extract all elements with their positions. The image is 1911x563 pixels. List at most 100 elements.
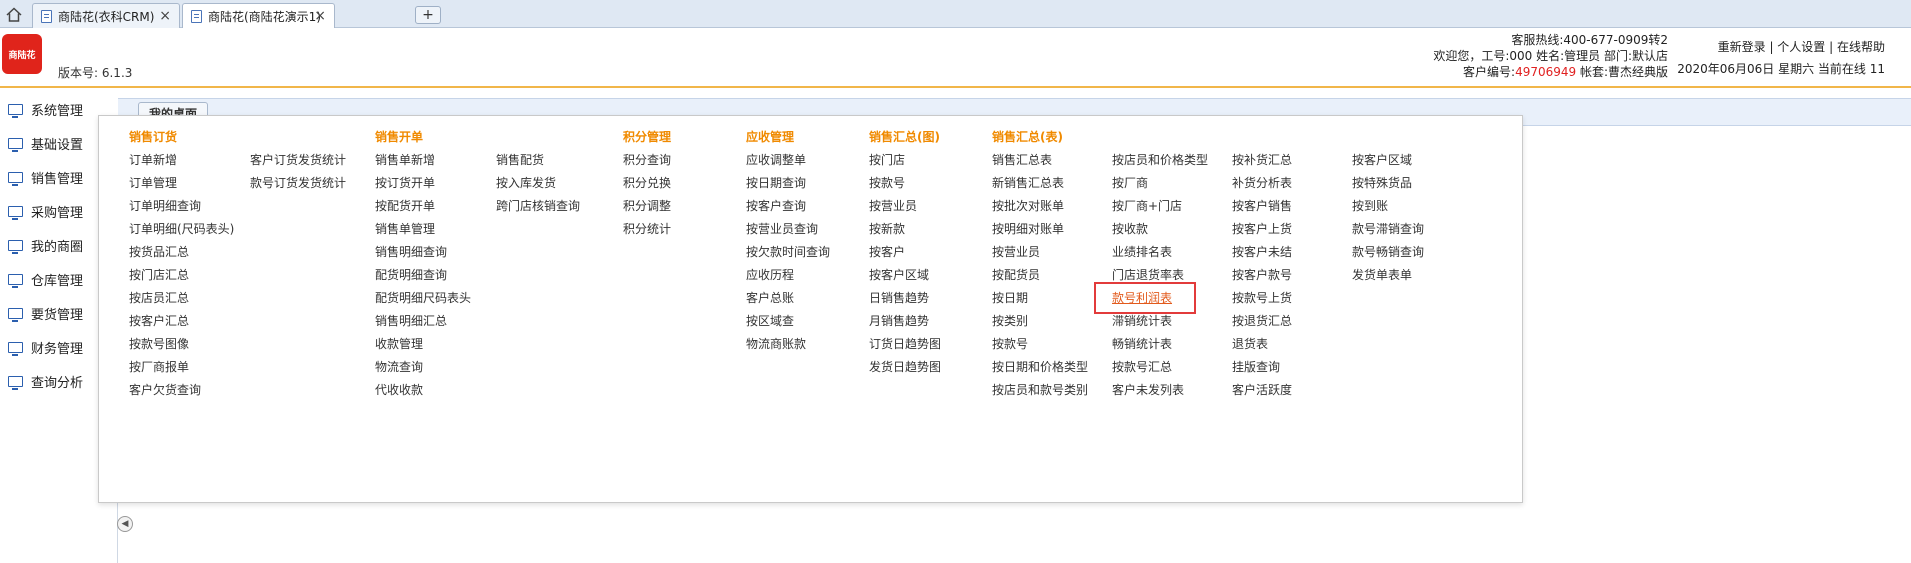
menu-item[interactable]: 销售单管理 (375, 221, 435, 237)
menu-item[interactable]: 按店员和款号类别 (992, 382, 1088, 398)
menu-item[interactable]: 按配货员 (992, 267, 1040, 283)
menu-item[interactable]: 按配货开单 (375, 198, 435, 214)
menu-item[interactable]: 退货表 (1232, 336, 1268, 352)
menu-item[interactable]: 销售明细查询 (375, 244, 447, 260)
new-tab-button[interactable]: + (415, 6, 441, 24)
sidebar-item[interactable]: 采购管理 (0, 194, 96, 228)
menu-item[interactable]: 按客户款号 (1232, 267, 1292, 283)
menu-item[interactable]: 跨门店核销查询 (496, 198, 580, 214)
menu-item[interactable]: 应收调整单 (746, 152, 806, 168)
menu-item[interactable]: 积分兑换 (623, 175, 671, 191)
menu-item[interactable]: 订单新增 (129, 152, 177, 168)
online-help-link[interactable]: 在线帮助 (1837, 40, 1885, 54)
menu-item[interactable]: 按客户查询 (746, 198, 806, 214)
menu-item[interactable]: 按厂商 (1112, 175, 1148, 191)
menu-item-highlighted[interactable]: 款号利润表 (1112, 290, 1172, 306)
menu-item[interactable]: 按日期和价格类型 (992, 359, 1088, 375)
menu-item[interactable]: 按货品汇总 (129, 244, 189, 260)
menu-item[interactable]: 按明细对账单 (992, 221, 1064, 237)
menu-item[interactable]: 按款号 (992, 336, 1028, 352)
menu-item[interactable]: 销售明细汇总 (375, 313, 447, 329)
sidebar-item[interactable]: 系统管理 (0, 92, 96, 126)
menu-item[interactable]: 按营业员 (869, 198, 917, 214)
menu-item[interactable]: 订单明细(尺码表头) (129, 221, 234, 237)
sidebar-item[interactable]: 我的商圈 (0, 228, 96, 262)
browser-tab-demo[interactable]: 商陆花(商陆花演示1) × (182, 3, 335, 29)
browser-tab-crm[interactable]: 商陆花(衣科CRM) × (32, 3, 180, 28)
menu-item[interactable]: 按客户未结 (1232, 244, 1292, 260)
menu-item[interactable]: 积分统计 (623, 221, 671, 237)
menu-item[interactable]: 按日期查询 (746, 175, 806, 191)
menu-item[interactable]: 新销售汇总表 (992, 175, 1064, 191)
menu-item[interactable]: 按入库发货 (496, 175, 556, 191)
menu-item[interactable]: 物流商账款 (746, 336, 806, 352)
menu-item[interactable]: 客户订货发货统计 (250, 152, 346, 168)
menu-item[interactable]: 按收款 (1112, 221, 1148, 237)
menu-item[interactable]: 按客户销售 (1232, 198, 1292, 214)
menu-item[interactable]: 按店员汇总 (129, 290, 189, 306)
menu-item[interactable]: 订单明细查询 (129, 198, 201, 214)
menu-item[interactable]: 订货日趋势图 (869, 336, 941, 352)
menu-item[interactable]: 按厂商+门店 (1112, 198, 1182, 214)
menu-item[interactable]: 客户总账 (746, 290, 794, 306)
menu-item[interactable]: 门店退货率表 (1112, 267, 1184, 283)
sidebar-item[interactable]: 查询分析 (0, 364, 96, 398)
menu-item[interactable]: 月销售趋势 (869, 313, 929, 329)
menu-item[interactable]: 按区域查 (746, 313, 794, 329)
menu-item[interactable]: 按类别 (992, 313, 1028, 329)
menu-item[interactable]: 按款号 (869, 175, 905, 191)
menu-item[interactable]: 订单管理 (129, 175, 177, 191)
menu-item[interactable]: 滞销统计表 (1112, 313, 1172, 329)
menu-item[interactable]: 按门店 (869, 152, 905, 168)
menu-item[interactable]: 积分调整 (623, 198, 671, 214)
sidebar-item[interactable]: 仓库管理 (0, 262, 96, 296)
personal-settings-link[interactable]: 个人设置 (1777, 40, 1825, 54)
menu-item[interactable]: 发货单表单 (1352, 267, 1412, 283)
menu-item[interactable]: 按门店汇总 (129, 267, 189, 283)
menu-item[interactable]: 代收收款 (375, 382, 423, 398)
close-icon[interactable]: × (159, 8, 171, 24)
menu-item[interactable]: 补货分析表 (1232, 175, 1292, 191)
home-icon[interactable] (4, 4, 24, 24)
sidebar-item[interactable]: 财务管理 (0, 330, 96, 364)
menu-item[interactable]: 按特殊货品 (1352, 175, 1412, 191)
menu-item[interactable]: 按款号图像 (129, 336, 189, 352)
sidebar-item[interactable]: 基础设置 (0, 126, 96, 160)
menu-item[interactable]: 按营业员查询 (746, 221, 818, 237)
menu-item[interactable]: 款号畅销查询 (1352, 244, 1424, 260)
menu-item[interactable]: 按批次对账单 (992, 198, 1064, 214)
sidebar-item[interactable]: 销售管理 (0, 160, 96, 194)
menu-item[interactable]: 畅销统计表 (1112, 336, 1172, 352)
menu-item[interactable]: 按款号汇总 (1112, 359, 1172, 375)
collapse-sidebar-icon[interactable]: ◀ (117, 516, 133, 532)
menu-item[interactable]: 按店员和价格类型 (1112, 152, 1208, 168)
menu-item[interactable]: 按厂商报单 (129, 359, 189, 375)
menu-item[interactable]: 按营业员 (992, 244, 1040, 260)
menu-item[interactable]: 按订货开单 (375, 175, 435, 191)
menu-item[interactable]: 按客户区域 (1352, 152, 1412, 168)
menu-item[interactable]: 收款管理 (375, 336, 423, 352)
menu-item[interactable]: 积分查询 (623, 152, 671, 168)
menu-item[interactable]: 日销售趋势 (869, 290, 929, 306)
menu-item[interactable]: 客户未发列表 (1112, 382, 1184, 398)
menu-item[interactable]: 物流查询 (375, 359, 423, 375)
sidebar-item[interactable]: 要货管理 (0, 296, 96, 330)
menu-item[interactable]: 销售配货 (496, 152, 544, 168)
menu-item[interactable]: 销售单新增 (375, 152, 435, 168)
menu-item[interactable]: 按款号上货 (1232, 290, 1292, 306)
menu-item[interactable]: 按日期 (992, 290, 1028, 306)
menu-item[interactable]: 配货明细尺码表头 (375, 290, 471, 306)
menu-item[interactable]: 按客户区域 (869, 267, 929, 283)
close-icon[interactable]: × (314, 8, 326, 24)
menu-item[interactable]: 按欠款时间查询 (746, 244, 830, 260)
menu-item[interactable]: 按退货汇总 (1232, 313, 1292, 329)
relogin-link[interactable]: 重新登录 (1718, 40, 1766, 54)
menu-item[interactable]: 按新款 (869, 221, 905, 237)
menu-item[interactable]: 挂版查询 (1232, 359, 1280, 375)
menu-item[interactable]: 配货明细查询 (375, 267, 447, 283)
menu-item[interactable]: 按客户汇总 (129, 313, 189, 329)
menu-item[interactable]: 款号滞销查询 (1352, 221, 1424, 237)
menu-item[interactable]: 按客户 (869, 244, 905, 260)
menu-item[interactable]: 发货日趋势图 (869, 359, 941, 375)
menu-item[interactable]: 客户欠货查询 (129, 382, 201, 398)
